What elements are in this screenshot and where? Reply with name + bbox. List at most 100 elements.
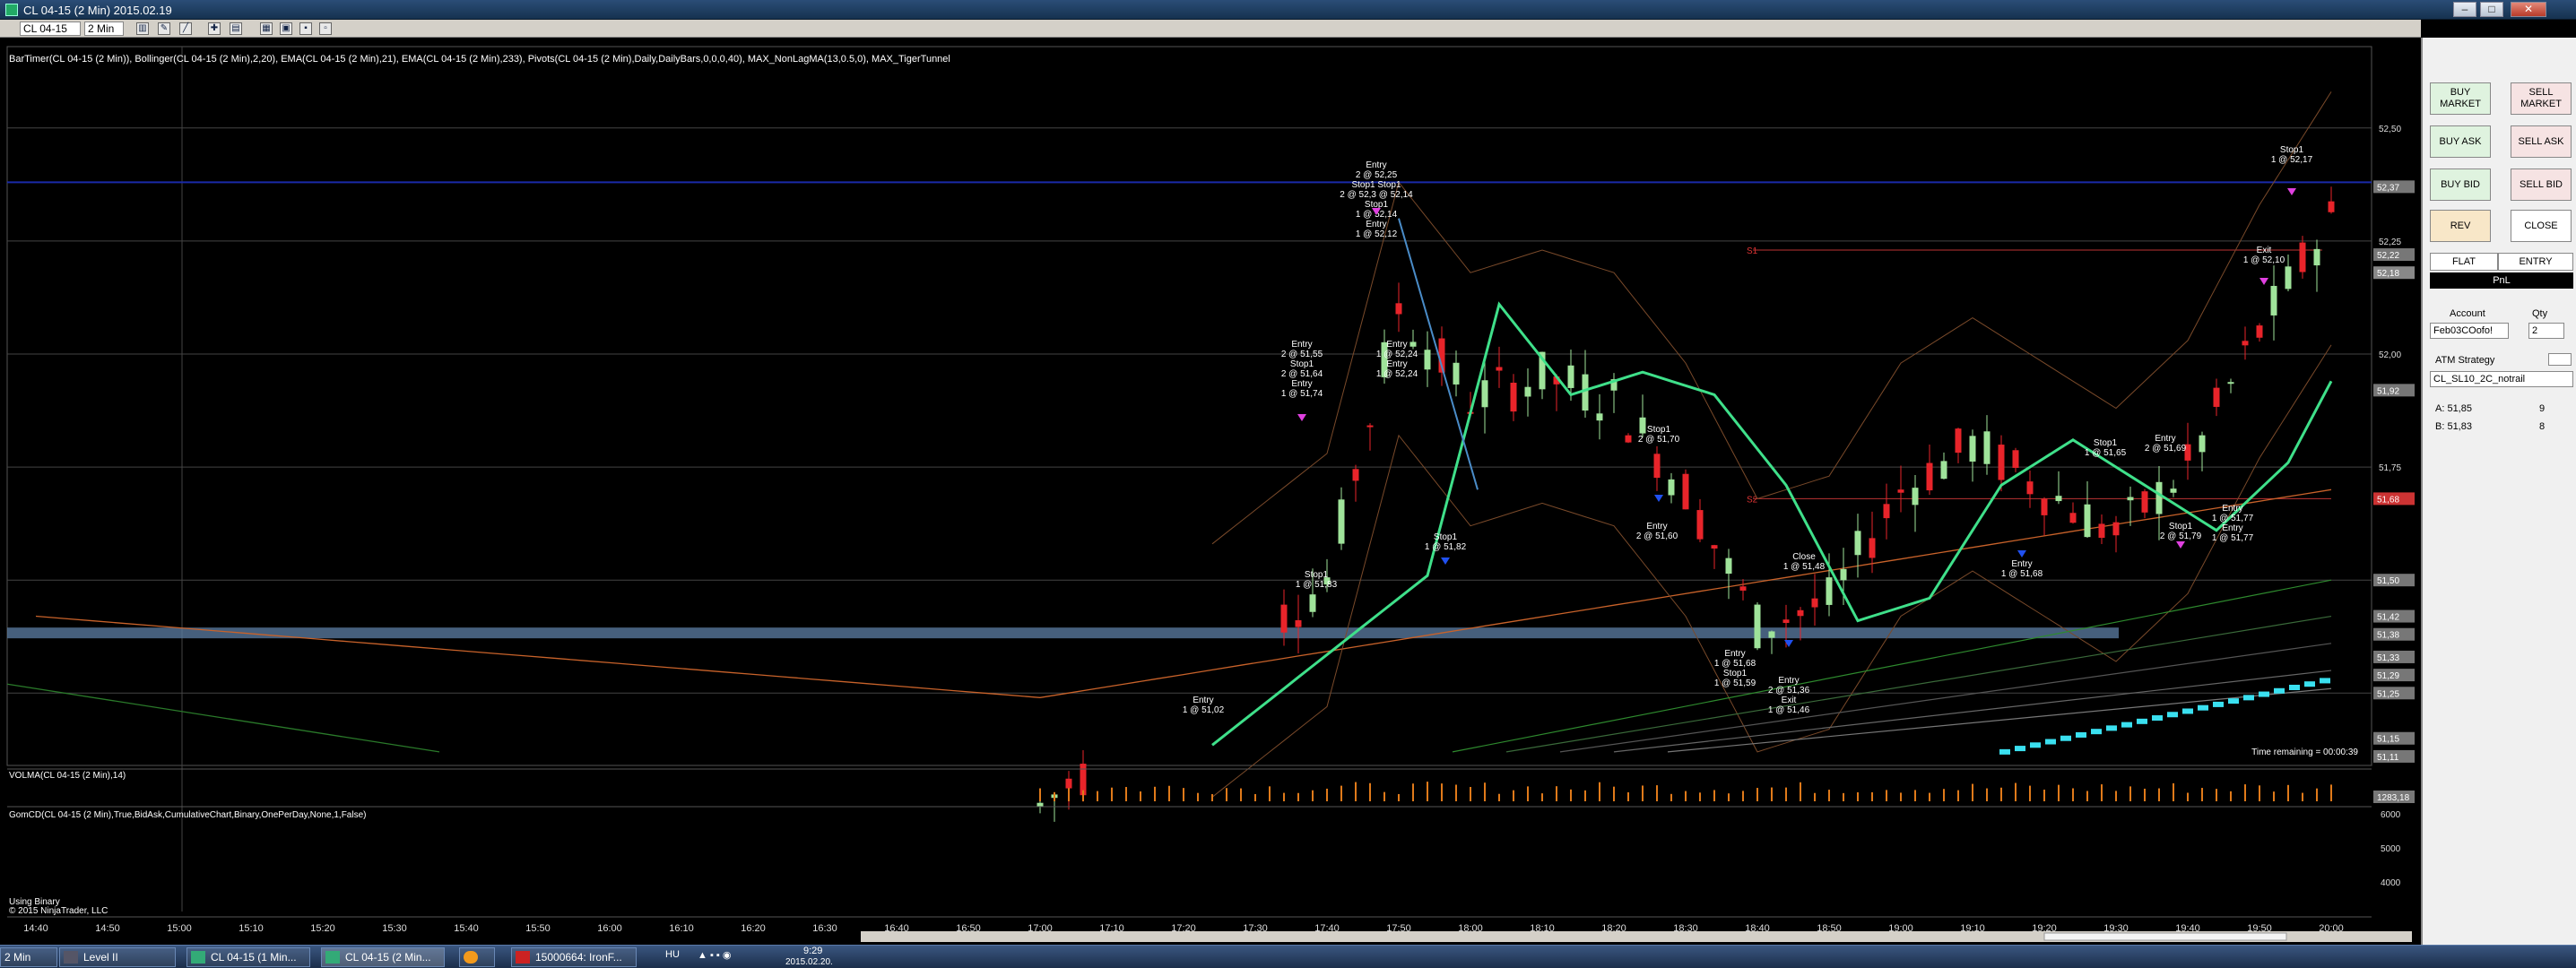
taskbar-item-2min[interactable]: 2 Min <box>0 947 57 967</box>
chart-toolbar: CL 04-15 2 Min ▥ ✎ ╱ ✚ ▤ ▦ ▣ ▪ ▫ <box>0 20 2421 38</box>
chart-canvas[interactable]: 52,5052,2552,0051,7551,5051,25S1S2Entry1… <box>0 38 2421 945</box>
candle-down <box>1366 425 1374 428</box>
ma-fast-line <box>6 683 440 753</box>
volume-indicator-label: VOLMA(CL 04-15 (2 Min),14) <box>9 771 126 781</box>
price-marker-label: 51,50 <box>2377 576 2399 586</box>
candle-down <box>1510 383 1517 412</box>
trade-label: Stop1 <box>1723 669 1748 678</box>
trade-label: Entry <box>1646 522 1667 532</box>
candle-down <box>2213 387 2220 407</box>
clock-time: 9:29 <box>803 946 823 956</box>
taskbar-item-cl-2min[interactable]: CL 04-15 (2 Min... <box>321 947 445 967</box>
tiger-tunnel-dot <box>2304 681 2315 687</box>
tiger-tunnel-dot <box>2289 684 2300 690</box>
save-icon[interactable]: ▪ <box>299 22 312 35</box>
sell-ask-button[interactable]: SELL ASK <box>2511 125 2572 158</box>
price-axis-label: 52,25 <box>2379 238 2401 247</box>
tiger-tunnel-dot <box>2198 704 2208 711</box>
instrument-selector[interactable]: CL 04-15 <box>20 22 81 36</box>
buy-bid-button[interactable]: BUY BID <box>2430 169 2491 201</box>
candle-up <box>1453 362 1460 385</box>
close-button[interactable]: ✕ <box>2511 2 2546 17</box>
tray-icons[interactable]: ▲ ▪ ▪ ◉ <box>698 949 731 961</box>
execution-arrow <box>1441 557 1450 565</box>
buy-ask-button[interactable]: BUY ASK <box>2430 125 2491 158</box>
candle-up <box>1582 374 1589 411</box>
taskbar-item-level2[interactable]: Level II <box>59 947 176 967</box>
price-marker-label: 51,42 <box>2377 613 2399 623</box>
trade-label: Exit <box>1782 696 1797 705</box>
candle-down <box>2256 325 2263 338</box>
bars-icon[interactable]: ▥ <box>136 22 149 35</box>
entry-button[interactable]: ENTRY <box>2498 253 2573 271</box>
candle-down <box>1897 489 1904 493</box>
taskbar-item-label: CL 04-15 (2 Min... <box>345 951 431 964</box>
candle-down <box>1811 598 1818 608</box>
candle-up <box>1424 350 1431 370</box>
sell-bid-button[interactable]: SELL BID <box>2511 169 2572 201</box>
price-marker-label: 51,25 <box>2377 689 2399 699</box>
data-box-icon[interactable]: ▦ <box>260 22 273 35</box>
taskbar-item-ironf[interactable]: 15000664: IronF... <box>511 947 637 967</box>
atm-options-button[interactable] <box>2548 353 2572 366</box>
taskbar-item-cl-1min[interactable]: CL 04-15 (1 Min... <box>186 947 310 967</box>
trade-label: Entry <box>1386 359 1407 369</box>
minimize-button[interactable]: – <box>2453 2 2476 17</box>
properties-icon[interactable]: ▤ <box>230 22 242 35</box>
maximize-button[interactable]: □ <box>2480 2 2503 17</box>
time-axis-label: 14:50 <box>95 923 120 934</box>
trade-label: Stop1 <box>1647 425 1671 435</box>
language-indicator[interactable]: HU <box>665 949 680 960</box>
trade-label: 1 @ 51,74 <box>1281 389 1323 399</box>
trade-label: 1 @ 52,17 <box>2271 155 2313 165</box>
qty-input[interactable]: 2 <box>2528 323 2564 339</box>
trade-label: 1 @ 51,02 <box>1183 705 1225 715</box>
account-select[interactable]: Feb03COofo! <box>2430 323 2509 339</box>
trade-label: Stop1 <box>1290 359 1314 369</box>
candle-up <box>2227 382 2234 385</box>
candle-down <box>1711 545 1718 549</box>
price-panel-frame <box>6 46 2372 766</box>
close-position-button[interactable]: CLOSE <box>2511 210 2572 242</box>
taskbar-item-label: 15000664: IronF... <box>535 951 622 964</box>
crosshair-icon[interactable]: ✚ <box>208 22 221 35</box>
candle-down <box>1869 538 1876 558</box>
candle-down <box>1696 510 1704 540</box>
trend-fan-line <box>1559 643 2332 753</box>
candle-up <box>2199 435 2206 453</box>
tiger-tunnel-dot <box>2015 746 2025 752</box>
atm-strategy-select[interactable]: CL_SL10_2C_notrail <box>2430 371 2573 387</box>
tiger-tunnel-dot <box>2182 708 2193 714</box>
taskbar-item-browser[interactable] <box>459 947 495 967</box>
pencil-icon[interactable]: ✎ <box>158 22 170 35</box>
candle-down <box>1065 778 1072 789</box>
sell-market-button[interactable]: SELL MARKET <box>2511 82 2572 115</box>
trade-label: Entry <box>2222 523 2242 533</box>
trade-label: Close <box>1792 552 1816 562</box>
candle-up <box>2084 504 2091 538</box>
interval-selector[interactable]: 2 Min <box>84 22 124 36</box>
execution-arrow <box>2017 550 2026 557</box>
buy-market-button[interactable]: BUY MARKET <box>2430 82 2491 115</box>
time-axis-label: 16:20 <box>741 923 766 934</box>
tiger-tunnel-dot <box>2320 678 2330 684</box>
candle-down <box>1295 620 1302 627</box>
trade-label: 1 @ 51,48 <box>1783 562 1826 572</box>
time-axis-label: 15:20 <box>310 923 335 934</box>
candle-up <box>2313 248 2320 266</box>
rev-button[interactable]: REV <box>2430 210 2491 242</box>
line-icon[interactable]: ╱ <box>179 22 192 35</box>
candle-down <box>1797 609 1804 617</box>
execution-arrow <box>2287 188 2296 195</box>
workspace-icon[interactable]: ▫ <box>319 22 332 35</box>
flat-button[interactable]: FLAT <box>2430 253 2498 271</box>
chart-trader-icon[interactable]: ▣ <box>280 22 292 35</box>
trade-label: 1 @ 51,46 <box>1768 705 1810 715</box>
execution-arrow <box>1297 414 1306 421</box>
tiger-tunnel-dot <box>2167 712 2178 718</box>
taskbar-item-label: CL 04-15 (1 Min... <box>211 951 297 964</box>
price-chart[interactable]: 52,5052,2552,0051,7551,5051,25S1S2Entry1… <box>0 38 2421 945</box>
candle-up <box>1409 341 1417 347</box>
taskbar-item-label: Level II <box>83 951 118 964</box>
trade-label: Stop1 <box>1305 570 1329 580</box>
